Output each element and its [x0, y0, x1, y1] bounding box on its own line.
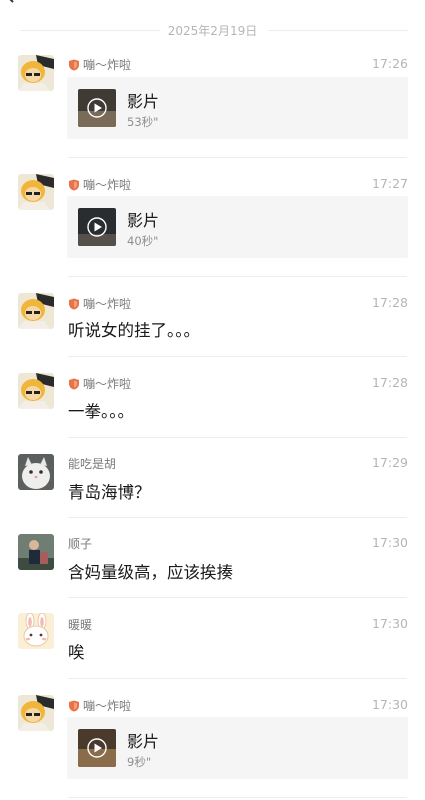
message-time: 17:28	[371, 375, 408, 390]
avatar-bangzhala[interactable]	[18, 293, 54, 329]
video-message-card[interactable]: 影片 9秒"	[67, 717, 408, 779]
chat-message: 能吃是胡 17:29 青岛海博？	[0, 438, 425, 518]
video-label: 影片	[127, 92, 160, 111]
shield-badge-icon	[69, 298, 79, 309]
chat-message: 顺子 17:30 含妈量级高，应该挨揍	[0, 518, 425, 598]
message-time: 17:30	[371, 616, 408, 631]
message-time: 17:28	[371, 295, 408, 310]
video-label: 影片	[127, 211, 160, 230]
sender-name: 暖暖	[68, 618, 93, 632]
video-thumbnail	[78, 89, 116, 127]
video-message-card[interactable]: 影片 40秒"	[67, 196, 408, 258]
chat-message: 暖暖 17:30 唉	[0, 598, 425, 679]
back-chevron-icon[interactable]	[2, 0, 18, 4]
video-duration: 53秒"	[127, 115, 159, 129]
avatar-nuannuan[interactable]	[18, 613, 54, 649]
video-label: 影片	[127, 732, 160, 751]
message-text: 听说女的挂了。。。	[68, 321, 200, 340]
sender-name: 顺子	[68, 537, 93, 551]
avatar-bangzhala[interactable]	[18, 174, 54, 210]
message-text: 一拳。。。	[68, 402, 134, 421]
video-message-card[interactable]: 影片 53秒"	[67, 77, 408, 139]
message-time: 17:27	[371, 176, 408, 191]
chat-message: 嘣～炸啦 17:30 影片 9秒"	[0, 679, 425, 800]
chat-message: 嘣～炸啦 17:26 影片 53秒"	[0, 44, 425, 158]
avatar-shunzi[interactable]	[18, 534, 54, 570]
date-separator-text: 2025年2月19日	[167, 24, 258, 38]
shield-badge-icon	[69, 59, 79, 70]
message-time: 17:29	[371, 455, 408, 470]
sender-name: 嘣～炸啦	[83, 58, 132, 72]
avatar-nengchishihu[interactable]	[18, 454, 54, 490]
video-duration: 9秒"	[127, 755, 152, 769]
sender-name: 能吃是胡	[68, 457, 117, 471]
message-time: 17:30	[371, 697, 408, 712]
video-thumbnail	[78, 729, 116, 767]
message-text: 唉	[68, 643, 85, 662]
sender-name: 嘣～炸啦	[83, 297, 132, 311]
date-separator: 2025年2月19日	[0, 20, 425, 40]
video-thumbnail	[78, 208, 116, 246]
message-time: 17:26	[371, 56, 408, 71]
shield-badge-icon	[69, 378, 79, 389]
video-duration: 40秒"	[127, 234, 159, 248]
message-text: 含妈量级高，应该挨揍	[68, 563, 233, 582]
chat-message: 嘣～炸啦 17:28 一拳。。。	[0, 357, 425, 438]
sender-name: 嘣～炸啦	[83, 178, 132, 192]
message-time: 17:30	[371, 535, 408, 550]
message-text: 青岛海博？	[68, 483, 151, 502]
sender-name: 嘣～炸啦	[83, 377, 132, 391]
shield-badge-icon	[69, 700, 79, 711]
chat-message: 嘣～炸啦 17:28 听说女的挂了。。。	[0, 277, 425, 357]
sender-name: 嘣～炸啦	[83, 699, 132, 713]
avatar-bangzhala[interactable]	[18, 373, 54, 409]
avatar-bangzhala[interactable]	[18, 55, 54, 91]
avatar-bangzhala[interactable]	[18, 695, 54, 731]
chat-message: 嘣～炸啦 17:27 影片 40秒"	[0, 158, 425, 277]
shield-badge-icon	[69, 179, 79, 190]
